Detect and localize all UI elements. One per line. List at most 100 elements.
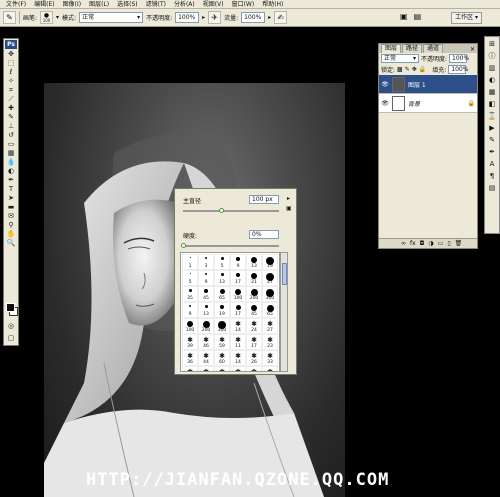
brush-preset-cell[interactable]: 17 (230, 270, 246, 286)
brush-preset-cell[interactable]: 5 (182, 270, 198, 286)
brush-preset-cell[interactable]: 5 (214, 254, 230, 270)
diameter-slider-thumb[interactable] (219, 208, 225, 213)
brush-preset-cell[interactable]: ✱ (230, 366, 246, 371)
brush-preset-cell[interactable]: ✱ 33 (262, 350, 278, 366)
trash-icon[interactable]: 🗑 (455, 240, 463, 247)
brush-preset-cell[interactable]: 13 (214, 270, 230, 286)
brush-preset-cell[interactable]: 19 (214, 302, 230, 318)
brush-preset-cell[interactable]: ✱ 17 (246, 334, 262, 350)
hardness-slider-thumb[interactable] (181, 243, 186, 248)
menu-view[interactable]: 视图(V) (199, 0, 228, 9)
lasso-tool-icon[interactable]: ℓ (4, 68, 18, 76)
brush-preset-cell[interactable]: ✱ 46 (198, 334, 214, 350)
healing-brush-tool-icon[interactable]: ✚ (4, 104, 18, 112)
slice-tool-icon[interactable]: ⟋ (4, 95, 18, 103)
gradient-tool-icon[interactable]: ▦ (4, 149, 18, 157)
color-icon[interactable]: ◐ (485, 76, 499, 85)
brush-preset-cell[interactable]: 27 (262, 270, 278, 286)
eraser-tool-icon[interactable]: ▭ (4, 140, 18, 148)
brush-preset-cell[interactable]: 21 (246, 270, 262, 286)
marquee-tool-icon[interactable]: ⬚ (4, 59, 18, 67)
history-brush-tool-icon[interactable]: ↺ (4, 131, 18, 139)
menu-edit[interactable]: 编辑(E) (30, 0, 58, 9)
menu-select[interactable]: 选择(S) (113, 0, 142, 9)
brush-preset-cell[interactable]: 9 (182, 302, 198, 318)
styles-icon[interactable]: ◧ (485, 100, 499, 109)
brush-preset-cell[interactable]: 9 (198, 270, 214, 286)
lock-position-icon[interactable]: ✥ (412, 66, 417, 73)
brush-picker-arrow[interactable]: ▾ (56, 14, 59, 21)
menu-help[interactable]: 帮助(H) (258, 0, 287, 9)
layer-opacity-input[interactable]: 100% (449, 54, 469, 63)
scrollbar-thumb[interactable] (282, 263, 287, 285)
tool-presets-icon[interactable]: ✎ (485, 136, 499, 145)
tablet-pressure-button[interactable]: ✍ (274, 11, 288, 24)
menu-file[interactable]: 文件(F) (2, 0, 30, 9)
diameter-input[interactable]: 100 px (249, 195, 279, 204)
menu-window[interactable]: 窗口(W) (228, 0, 259, 9)
adjustment-layer-icon[interactable]: ◑ (428, 240, 433, 247)
brush-preset-cell[interactable]: ✱ 36 (182, 350, 198, 366)
brush-preset-cell[interactable]: 45 (198, 286, 214, 302)
layer-row-layer1[interactable]: 👁 图层 1 (379, 75, 477, 94)
new-layer-icon[interactable]: ▯ (447, 240, 450, 247)
menu-image[interactable]: 图像(I) (59, 0, 85, 9)
crop-tool-icon[interactable]: ⌗ (4, 86, 18, 94)
brush-preset-cell[interactable]: ✱ 59 (214, 334, 230, 350)
brush-preset-cell[interactable]: ✱ (182, 366, 198, 371)
brush-preset-cell[interactable]: ✱ 27 (262, 318, 278, 334)
brush-preset-cell[interactable]: ✱ 60 (214, 350, 230, 366)
hand-tool-icon[interactable]: ✋ (4, 230, 18, 238)
new-group-icon[interactable]: ▭ (438, 240, 444, 247)
airbrush-button[interactable]: ✈ (208, 11, 222, 24)
brush-preset-cell[interactable]: 65 (214, 286, 230, 302)
new-preset-icon[interactable]: ▣ (286, 205, 292, 212)
brush-preset-cell[interactable]: ✱ 14 (230, 318, 246, 334)
hardness-input[interactable]: 0% (249, 230, 279, 239)
bridge-icon[interactable]: ▣ (400, 12, 408, 21)
layer-row-background[interactable]: 👁 背景 🔒 (379, 94, 477, 113)
brush-preset-cell[interactable]: 300 (214, 318, 230, 334)
histogram-icon[interactable]: ▥ (485, 64, 499, 73)
brush-preset-cell[interactable]: 3 (198, 254, 214, 270)
brush-preset-cell[interactable]: 200 (246, 286, 262, 302)
type-tool-icon[interactable]: T (4, 185, 18, 193)
shape-tool-icon[interactable]: ▬ (4, 203, 18, 211)
history-icon[interactable]: ⌛ (485, 112, 499, 121)
eye-icon[interactable]: 👁 (381, 81, 389, 88)
flow-arrow[interactable]: ▸ (268, 14, 271, 21)
zoom-tool-icon[interactable]: 🔍 (4, 239, 18, 247)
brush-preset-picker[interactable]: ● 100 (40, 11, 54, 24)
brushes-icon[interactable]: ✒ (485, 148, 499, 157)
brush-preset-cell[interactable]: 45 (246, 302, 262, 318)
brush-preset-cell[interactable]: ✱ 39 (182, 334, 198, 350)
pen-tool-icon[interactable]: ✒ (4, 176, 18, 184)
menu-layer[interactable]: 图层(L) (85, 0, 113, 9)
brush-preset-cell[interactable]: 19 (262, 254, 278, 270)
brush-preset-cell[interactable]: 13 (198, 302, 214, 318)
lock-transparency-icon[interactable]: ▩ (397, 66, 403, 73)
ps-badge[interactable]: Ps (5, 40, 17, 49)
tab-paths[interactable]: 路径 (402, 44, 423, 53)
flow-input[interactable]: 100% (241, 12, 266, 23)
brush-preset-cell[interactable]: ✱ 44 (198, 350, 214, 366)
paragraph-icon[interactable]: ¶ (485, 172, 499, 181)
eyedropper-tool-icon[interactable]: ⚲ (4, 221, 18, 229)
menu-analysis[interactable]: 分析(A) (170, 0, 199, 9)
brush-preset-cell[interactable]: 300 (262, 286, 278, 302)
dodge-tool-icon[interactable]: ◐ (4, 167, 18, 175)
brush-preset-cell[interactable]: 100 (230, 286, 246, 302)
brush-preset-cell[interactable]: ✱ 14 (230, 350, 246, 366)
brush-preset-cell[interactable]: ✱ (262, 366, 278, 371)
brush-preset-cell[interactable]: 35 (182, 286, 198, 302)
brush-preset-cell[interactable]: 1 (182, 254, 198, 270)
blur-tool-icon[interactable]: 💧 (4, 158, 18, 166)
link-layers-icon[interactable]: ∞ (401, 240, 406, 247)
layer-comps-icon[interactable]: ▤ (485, 184, 499, 193)
hardness-slider[interactable] (181, 243, 279, 248)
screen-mode-icon[interactable]: ▢ (4, 334, 18, 342)
brush-preset-cell[interactable]: ✱ 11 (230, 334, 246, 350)
fill-input[interactable]: 100% (448, 65, 468, 74)
brush-preset-cell[interactable]: 200 (198, 318, 214, 334)
tab-channels[interactable]: 通道 (423, 44, 444, 53)
